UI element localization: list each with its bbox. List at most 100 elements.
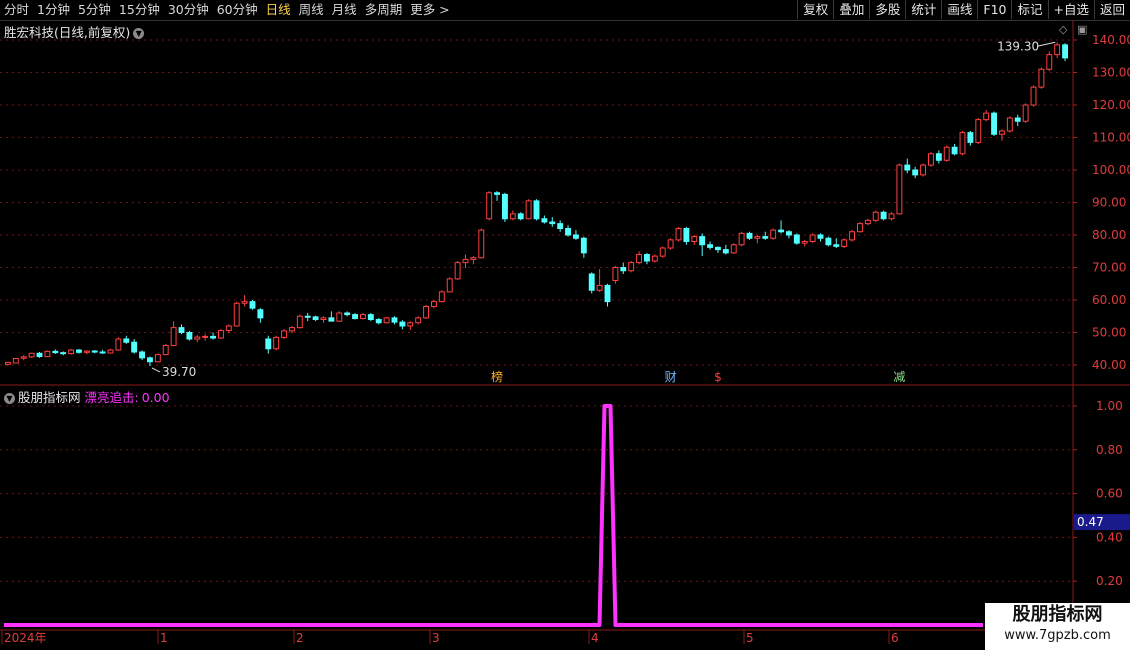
candle-body <box>115 338 122 351</box>
ind-ytick-label: 1.00 <box>1096 399 1123 413</box>
event-marker: 榜 <box>491 369 503 384</box>
candle-body <box>754 236 761 239</box>
indicator-line <box>4 404 983 627</box>
candle-body <box>746 232 753 239</box>
candle-body <box>770 229 777 239</box>
candle-body <box>162 345 169 356</box>
candle-body <box>99 351 106 354</box>
candle-body <box>399 321 406 327</box>
candle-body <box>454 262 461 280</box>
candle-body <box>336 312 343 322</box>
xtick-label: 1 <box>160 631 168 645</box>
candle-body <box>367 314 374 320</box>
candle-body <box>841 239 848 247</box>
candle-body <box>304 315 311 318</box>
candle-body <box>407 322 414 327</box>
candle-body <box>28 352 35 358</box>
candle-body <box>241 301 248 304</box>
candle-body <box>486 192 493 220</box>
candle-body <box>920 164 927 176</box>
candle-body <box>83 350 90 353</box>
candle-body <box>1062 44 1069 59</box>
candle-body <box>722 249 729 254</box>
candle-body <box>643 254 650 262</box>
candle-body <box>296 315 303 329</box>
candle-body <box>12 358 19 364</box>
candle-body <box>20 356 27 359</box>
candle-body <box>470 257 477 260</box>
candle-body <box>438 291 445 303</box>
candle-body <box>517 213 524 220</box>
candle-body <box>904 164 911 171</box>
candle-body <box>75 349 82 353</box>
candle-body <box>265 338 272 350</box>
kline-chart[interactable]: 140.00130.00120.00110.00100.0090.0080.00… <box>0 0 1130 650</box>
candle-body <box>872 211 879 221</box>
candle-body <box>44 350 51 358</box>
candle-body <box>998 130 1005 135</box>
crosshair-value-label: 0.47 <box>1077 515 1104 529</box>
candle-body <box>139 351 146 359</box>
candle-body <box>975 119 982 143</box>
candle-body <box>525 200 532 220</box>
candle-body <box>667 239 674 249</box>
candle-body <box>793 234 800 244</box>
candle-body <box>991 112 998 135</box>
candle-body <box>225 325 232 332</box>
ytick-label: 90.00 <box>1092 196 1126 210</box>
candle-body <box>651 255 658 262</box>
candle-body <box>352 314 359 320</box>
candle-body <box>714 246 721 251</box>
candle-body <box>959 132 966 155</box>
candle-body <box>951 146 958 155</box>
ytick-label: 100.00 <box>1092 163 1130 177</box>
candle-body <box>131 341 138 353</box>
xtick-label: 2 <box>296 631 304 645</box>
candle-body <box>1054 44 1061 56</box>
ind-ytick-label: 0.20 <box>1096 574 1123 588</box>
candle-body <box>423 306 430 319</box>
watermark-title: 股朋指标网 <box>1012 604 1103 625</box>
candle-body <box>833 244 840 247</box>
candle-body <box>462 258 469 264</box>
xtick-label: 5 <box>746 631 754 645</box>
candle-body <box>4 361 11 365</box>
candle-body <box>572 234 579 239</box>
candle-body <box>194 336 201 340</box>
candle-body <box>312 316 319 320</box>
candle-body <box>430 301 437 307</box>
candle-body <box>68 349 75 355</box>
candle-body <box>273 336 280 350</box>
candle-body <box>123 338 130 343</box>
event-marker: $ <box>714 370 722 384</box>
candle-body <box>801 241 808 244</box>
candle-body <box>785 231 792 236</box>
high-label: 139.30 <box>997 39 1039 53</box>
candle-body <box>778 229 785 233</box>
watermark: 股朋指标网 www.7gpzb.com <box>985 603 1130 650</box>
ytick-label: 140.00 <box>1092 33 1130 47</box>
candle-body <box>912 169 919 176</box>
watermark-url: www.7gpzb.com <box>1004 628 1111 643</box>
candle-body <box>943 146 950 161</box>
candle-body <box>344 312 351 316</box>
candle-body <box>178 327 185 333</box>
candle-body <box>233 302 240 327</box>
candle-body <box>36 352 43 358</box>
candle-body <box>880 211 887 220</box>
low-arrow <box>151 367 161 373</box>
candle-body <box>636 254 643 264</box>
ytick-label: 110.00 <box>1092 131 1130 145</box>
candle-body <box>478 229 485 259</box>
ytick-label: 50.00 <box>1092 326 1126 340</box>
candle-body <box>541 218 548 223</box>
ytick-label: 80.00 <box>1092 228 1126 242</box>
candle-body <box>202 335 209 338</box>
xtick-label: 3 <box>432 631 440 645</box>
candle-body <box>170 327 177 346</box>
candle-body <box>501 193 508 220</box>
candle-body <box>612 267 619 281</box>
candle-body <box>628 262 635 272</box>
ytick-label: 120.00 <box>1092 98 1130 112</box>
candle-body <box>1022 104 1029 122</box>
